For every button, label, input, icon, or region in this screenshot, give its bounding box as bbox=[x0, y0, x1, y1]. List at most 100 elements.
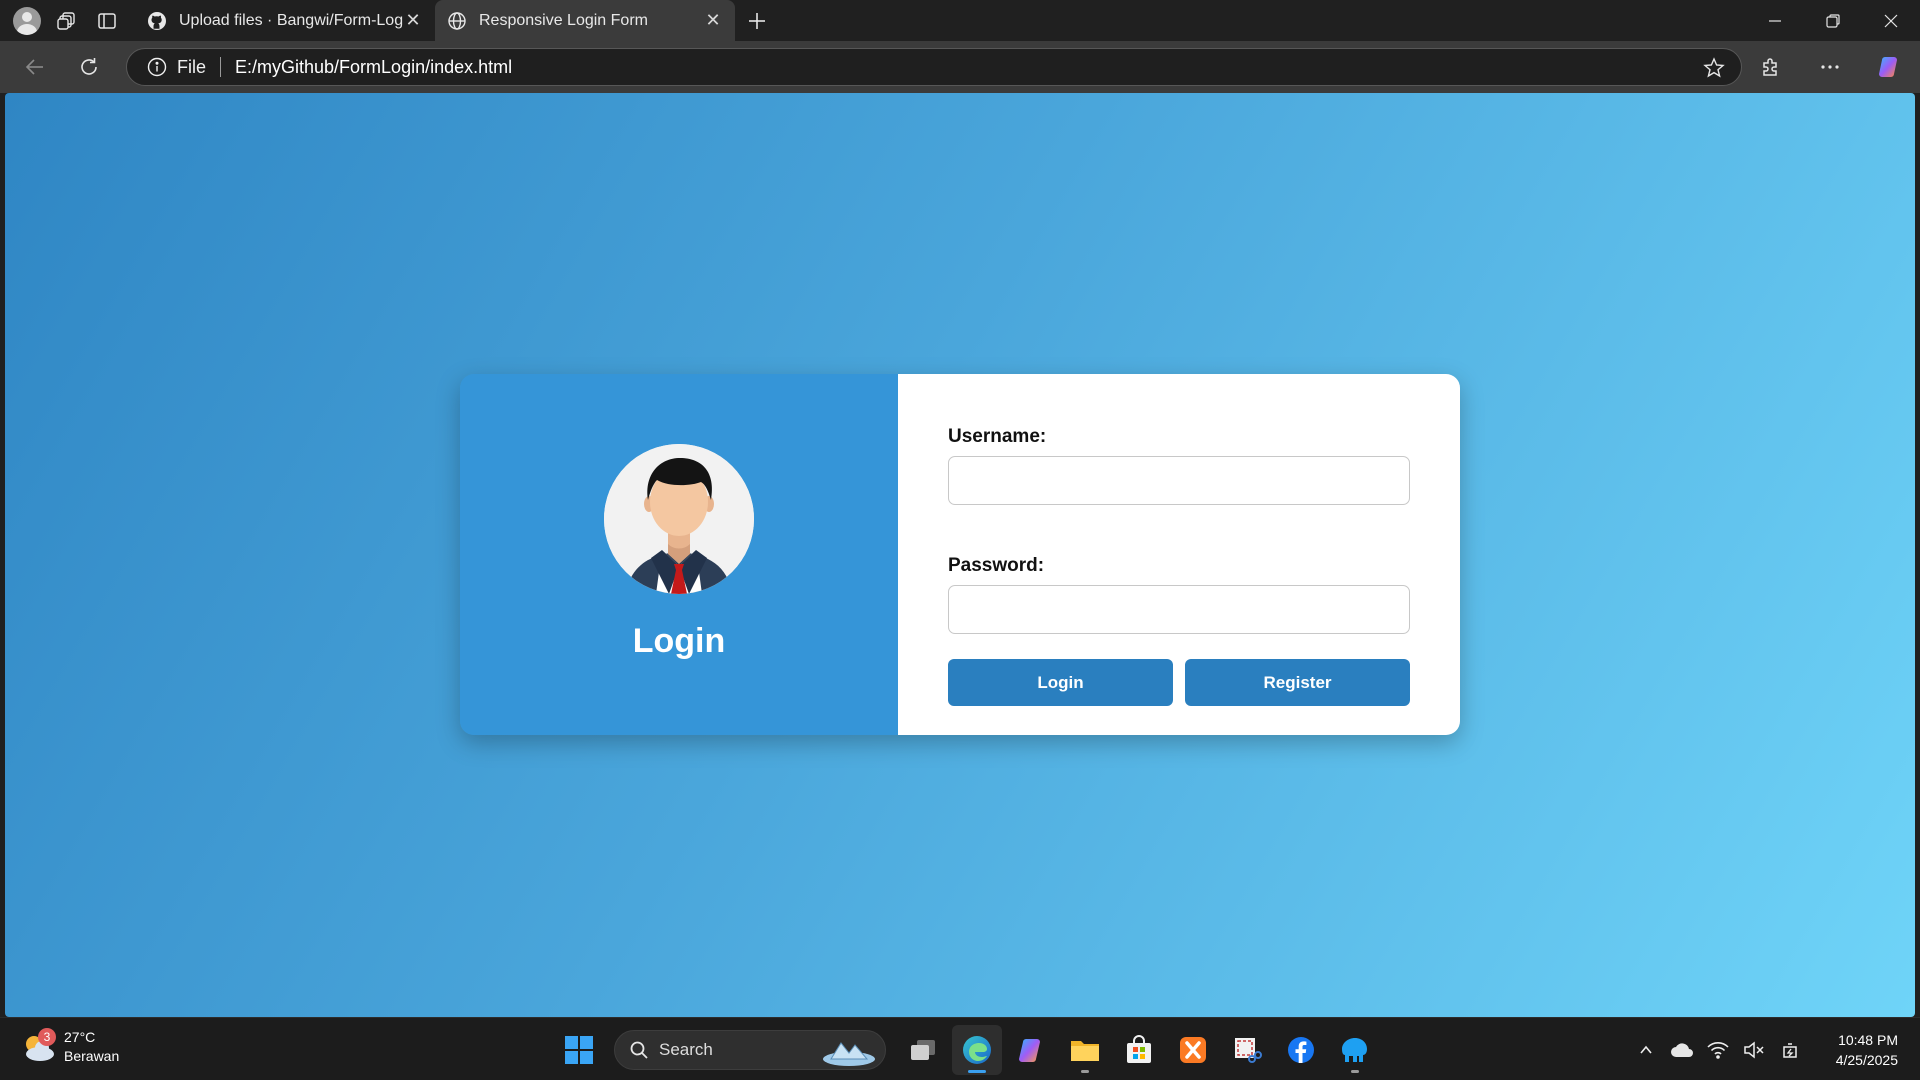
edge-taskbar-button[interactable] bbox=[952, 1024, 1002, 1075]
page-viewport: Login Username: Password: Login Register bbox=[5, 93, 1915, 1017]
chevron-up-icon bbox=[1640, 1045, 1652, 1054]
login-form: Username: Password: Login Register bbox=[898, 374, 1460, 735]
cloud-icon bbox=[1670, 1042, 1693, 1057]
app-icon bbox=[1342, 1037, 1367, 1062]
address-separator bbox=[220, 57, 222, 77]
weather-condition: Berawan bbox=[64, 1048, 120, 1064]
clock-time: 10:48 PM bbox=[1838, 1031, 1898, 1048]
system-clock[interactable]: 10:48 PM 4/25/2025 bbox=[1836, 1030, 1898, 1070]
address-bar[interactable]: File E:/myGithub/FormLogin/index.html bbox=[126, 48, 1742, 86]
copilot-taskbar-button[interactable] bbox=[1006, 1025, 1056, 1075]
favorite-star-icon[interactable] bbox=[1703, 57, 1725, 84]
system-tray: 10:48 PM 4/25/2025 bbox=[1628, 1018, 1920, 1080]
facebook-taskbar-button[interactable] bbox=[1276, 1025, 1326, 1075]
close-window-button[interactable] bbox=[1862, 0, 1920, 41]
onedrive-button[interactable] bbox=[1666, 1034, 1698, 1066]
xampp-icon bbox=[1180, 1036, 1206, 1063]
reload-icon bbox=[81, 58, 97, 75]
store-icon bbox=[1127, 1034, 1151, 1063]
minimize-icon bbox=[1769, 19, 1781, 22]
plus-icon bbox=[749, 12, 765, 29]
user-avatar-icon bbox=[604, 444, 754, 594]
clock-date: 4/25/2025 bbox=[1835, 1051, 1898, 1068]
close-tab-icon[interactable]: ✕ bbox=[403, 10, 423, 31]
search-highlight-icon bbox=[823, 1041, 875, 1066]
active-indicator bbox=[968, 1069, 986, 1073]
reload-button[interactable] bbox=[64, 41, 114, 93]
url-text[interactable]: E:/myGithub/FormLogin/index.html bbox=[235, 57, 512, 78]
weather-badge: 3 bbox=[38, 1028, 56, 1046]
profile-avatar-icon bbox=[13, 6, 41, 35]
search-placeholder: Search bbox=[659, 1039, 713, 1059]
new-tab-button[interactable] bbox=[735, 0, 779, 41]
start-button[interactable] bbox=[554, 1025, 604, 1075]
weather-text: 27°C Berawan bbox=[64, 1028, 119, 1066]
taskbar-apps: Search bbox=[552, 1018, 1382, 1080]
task-view-button[interactable] bbox=[898, 1025, 948, 1075]
password-input[interactable] bbox=[948, 585, 1410, 634]
login-card-left-panel: Login bbox=[460, 374, 898, 735]
wifi-button[interactable] bbox=[1702, 1034, 1734, 1066]
username-label: Username: bbox=[948, 426, 1047, 447]
copilot-icon bbox=[1019, 1038, 1040, 1062]
workspaces-icon bbox=[57, 11, 75, 30]
weather-temperature: 27°C bbox=[64, 1029, 96, 1045]
more-menu-button[interactable] bbox=[1800, 41, 1860, 93]
back-button[interactable] bbox=[10, 41, 60, 93]
restore-icon bbox=[1826, 13, 1840, 28]
weather-cloud-icon: 3 bbox=[20, 1028, 58, 1066]
search-icon bbox=[630, 1041, 648, 1059]
login-button[interactable]: Login bbox=[948, 659, 1173, 706]
task-view-icon bbox=[911, 1039, 935, 1060]
edge-icon bbox=[963, 1035, 991, 1064]
facebook-icon bbox=[1288, 1036, 1314, 1063]
show-hidden-icons-button[interactable] bbox=[1630, 1034, 1662, 1066]
site-info-icon[interactable] bbox=[147, 57, 167, 77]
restore-button[interactable] bbox=[1804, 0, 1862, 41]
toolbar-right bbox=[1740, 41, 1920, 93]
back-arrow-icon bbox=[25, 59, 43, 75]
battery-button[interactable] bbox=[1774, 1034, 1806, 1066]
browser-navbar: File E:/myGithub/FormLogin/index.html bbox=[0, 41, 1920, 93]
browser-titlebar: Upload files · Bangwi/Form-Login ✕ Respo… bbox=[0, 0, 1920, 41]
windows-taskbar: 3 27°C Berawan Search 10:48 PM 4/25/2025 bbox=[0, 1017, 1920, 1080]
volume-button[interactable] bbox=[1738, 1034, 1770, 1066]
username-input[interactable] bbox=[948, 456, 1410, 505]
tab-actions-icon bbox=[98, 12, 116, 29]
copilot-button[interactable] bbox=[1860, 41, 1920, 93]
extensions-button[interactable] bbox=[1740, 41, 1800, 93]
volume-muted-icon bbox=[1743, 1040, 1764, 1059]
app-taskbar-button[interactable] bbox=[1330, 1025, 1380, 1075]
workspaces-button[interactable] bbox=[47, 1, 87, 41]
register-button[interactable]: Register bbox=[1185, 659, 1410, 706]
tab-upload-files[interactable]: Upload files · Bangwi/Form-Login ✕ bbox=[135, 0, 435, 41]
scheme-label: File bbox=[177, 56, 207, 77]
store-taskbar-button[interactable] bbox=[1114, 1025, 1164, 1075]
extensions-icon bbox=[1763, 58, 1777, 76]
xampp-taskbar-button[interactable] bbox=[1168, 1025, 1218, 1075]
windows-logo-icon bbox=[565, 1035, 593, 1064]
snipping-tool-icon bbox=[1235, 1037, 1262, 1063]
form-buttons: Login Register bbox=[948, 659, 1410, 706]
login-card: Login Username: Password: Login Register bbox=[460, 374, 1460, 735]
weather-widget[interactable]: 3 27°C Berawan bbox=[20, 1028, 119, 1066]
file-explorer-taskbar-button[interactable] bbox=[1060, 1025, 1110, 1075]
password-label: Password: bbox=[948, 555, 1045, 576]
profile-button[interactable] bbox=[7, 1, 47, 41]
more-dots-icon bbox=[1821, 65, 1839, 69]
window-controls bbox=[1746, 0, 1920, 41]
taskbar-search[interactable]: Search bbox=[614, 1029, 886, 1070]
login-title: Login bbox=[632, 622, 726, 660]
tab-responsive-login[interactable]: Responsive Login Form ✕ bbox=[435, 0, 735, 41]
github-icon bbox=[147, 11, 167, 31]
running-indicator bbox=[1081, 1069, 1089, 1073]
globe-icon bbox=[447, 11, 467, 31]
snipping-tool-taskbar-button[interactable] bbox=[1222, 1025, 1272, 1075]
minimize-button[interactable] bbox=[1746, 0, 1804, 41]
file-explorer-icon bbox=[1071, 1040, 1099, 1061]
vertical-tabs-button[interactable] bbox=[87, 1, 127, 41]
battery-charging-icon bbox=[1782, 1042, 1797, 1058]
wifi-icon bbox=[1707, 1041, 1729, 1059]
tab-title: Responsive Login Form bbox=[479, 11, 648, 29]
close-tab-icon[interactable]: ✕ bbox=[703, 10, 723, 31]
